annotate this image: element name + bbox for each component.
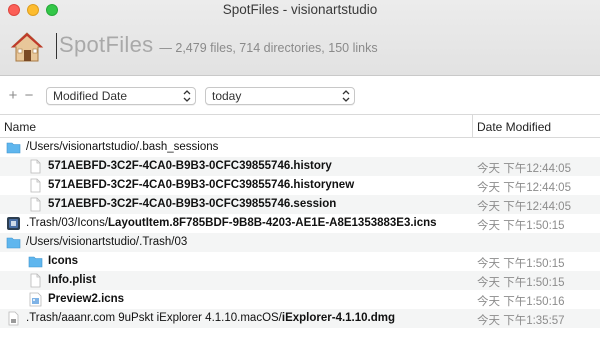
row-date: 今天 下午12:44:05 [477,182,571,194]
row-name: /Users/visionartstudio/.bash_sessions [26,141,219,153]
attribute-select-value: Modified Date [53,89,128,103]
table-row[interactable]: /Users/visionartstudio/.Trash/03 [0,233,600,252]
folder-icon [6,235,21,250]
table-header: Name Date Modified [0,114,600,138]
column-divider[interactable] [472,115,473,137]
column-header-name[interactable]: Name [4,120,36,134]
document-icon [28,197,43,212]
dmg-file-icon [6,311,21,326]
criteria-bar: + − Modified Date today [0,83,600,111]
image-file-icon [28,292,43,307]
value-select[interactable]: today [205,87,355,105]
row-date: 今天 下午1:50:16 [477,296,565,308]
row-date: 今天 下午12:44:05 [477,201,571,213]
document-icon [28,273,43,288]
column-header-date-modified[interactable]: Date Modified [477,120,551,134]
row-name: .Trash/03/Icons/LayoutItem.8F785BDF-9B8B… [26,217,437,229]
chevron-updown-icon [183,90,191,102]
attribute-select[interactable]: Modified Date [46,87,196,105]
app-icon-file-icon [6,216,21,231]
row-name: .Trash/aaanr.com 9uPskt iExplorer 4.1.10… [26,312,396,324]
table-row[interactable]: /Users/visionartstudio/.bash_sessions [0,138,600,157]
table-row[interactable]: 571AEBFD-3C2F-4CA0-B9B3-0CFC39855746.ses… [0,195,600,214]
window-title: SpotFiles - visionartstudio [222,2,378,17]
row-date: 今天 下午1:50:15 [477,277,565,289]
row-name: 571AEBFD-3C2F-4CA0-B9B3-0CFC39855746.his… [48,179,355,191]
home-folder-icon[interactable] [10,30,44,64]
table-row[interactable]: Info.plist 今天 下午1:50:15 [0,271,600,290]
spotfiles-window: SpotFiles - visionartstudio SpotFiles — … [0,0,600,347]
folder-icon [6,140,21,155]
row-date: 今天 下午1:35:57 [477,315,565,327]
add-criteria-button[interactable]: + [6,87,20,104]
row-date: 今天 下午12:44:05 [477,163,571,175]
folder-icon [28,254,43,269]
row-name: 571AEBFD-3C2F-4CA0-B9B3-0CFC39855746.ses… [48,198,337,210]
document-icon [28,178,43,193]
search-field[interactable]: SpotFiles — 2,479 files, 714 directories… [56,32,378,62]
table-row[interactable]: .Trash/aaanr.com 9uPskt iExplorer 4.1.10… [0,309,600,328]
row-date: 今天 下午1:50:15 [477,258,565,270]
table-row[interactable]: Icons 今天 下午1:50:15 [0,252,600,271]
table-row[interactable]: 571AEBFD-3C2F-4CA0-B9B3-0CFC39855746.his… [0,176,600,195]
title-toolbar: SpotFiles - visionartstudio SpotFiles — … [0,0,600,76]
row-name: /Users/visionartstudio/.Trash/03 [26,236,188,248]
search-input-value[interactable]: SpotFiles [56,32,153,58]
row-name: Info.plist [48,274,96,286]
chevron-updown-icon [342,90,350,102]
table-row[interactable]: 571AEBFD-3C2F-4CA0-B9B3-0CFC39855746.his… [0,157,600,176]
row-name: Preview2.icns [48,293,125,305]
table-row[interactable]: .Trash/03/Icons/LayoutItem.8F785BDF-9B8B… [0,214,600,233]
row-name: 571AEBFD-3C2F-4CA0-B9B3-0CFC39855746.his… [48,160,332,172]
document-icon [28,159,43,174]
value-select-value: today [212,89,242,103]
remove-criteria-button[interactable]: − [22,87,36,104]
row-date: 今天 下午1:50:15 [477,220,565,232]
table-row[interactable]: Preview2.icns 今天 下午1:50:16 [0,290,600,309]
row-name: Icons [48,255,79,267]
result-stats: — 2,479 files, 714 directories, 150 link… [159,41,378,55]
